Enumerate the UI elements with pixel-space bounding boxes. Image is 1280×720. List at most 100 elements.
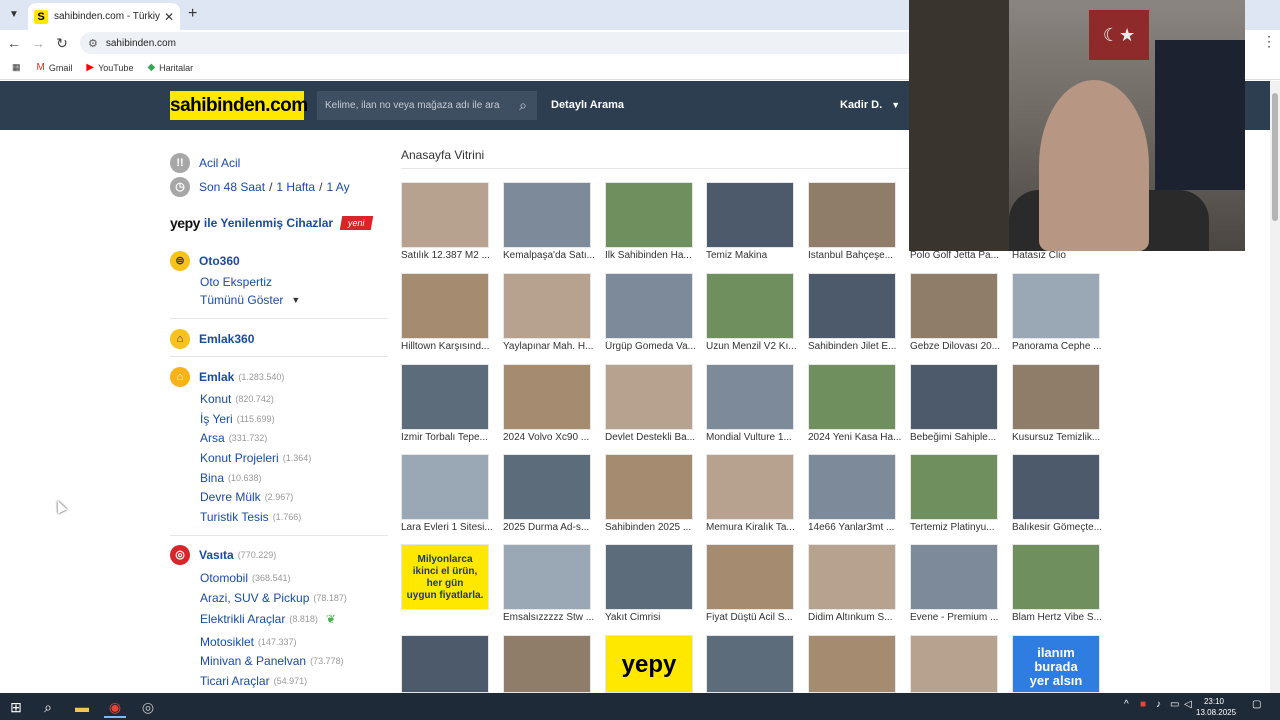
site-info-icon[interactable]: ⚙ [88, 37, 98, 50]
listing-thumbnail[interactable] [401, 364, 489, 430]
listing-thumbnail[interactable] [808, 544, 896, 610]
listing-title[interactable]: Balıkesir Gömeçte... [1012, 522, 1108, 533]
listing-title[interactable]: Yakıt Cimrisi [605, 612, 701, 623]
listing-thumbnail[interactable] [706, 364, 794, 430]
listing-thumbnail[interactable] [910, 273, 998, 339]
listing-title[interactable]: Emsalsızzzzz Stw ... [503, 612, 599, 623]
new-tab-plus-icon[interactable]: + [188, 5, 197, 23]
bookmark-youtube[interactable]: ▶ YouTube [86, 62, 133, 73]
sidebar-oto360[interactable]: ⊜ Oto360 [170, 251, 240, 271]
tray-app-icon[interactable]: ■ [1140, 699, 1146, 710]
listing-title[interactable]: Tertemiz Platinyu... [910, 522, 1006, 533]
address-bar[interactable]: ⚙ sahibinden.com [80, 32, 920, 54]
listing-card[interactable]: Sahibinden Jilet E... [808, 273, 904, 357]
sidebar-vasita[interactable]: ◎ Vasıta (770.229) [170, 545, 276, 565]
listing-card[interactable]: Emsalsızzzzz Stw ... [503, 544, 599, 628]
listing-thumbnail[interactable] [605, 273, 693, 339]
listing-card[interactable]: Milyonlarca ikinci el ürün, her gün uygun f… [401, 544, 497, 628]
listing-title[interactable]: Gebze Dilovası 20... [910, 341, 1006, 352]
windows-start-icon[interactable]: ⊞ [5, 696, 27, 718]
volume-icon[interactable]: ◁ [1184, 699, 1192, 710]
listing-title[interactable]: Didim Altınkum S... [808, 612, 904, 623]
listing-card[interactable]: 2025 Durma Ad-s... [503, 454, 599, 538]
listing-thumbnail[interactable] [605, 182, 693, 248]
listing-title[interactable]: Uzun Menzil V2 Kı... [706, 341, 802, 352]
sidebar-emlak360[interactable]: ⌂ Emlak360 [170, 329, 254, 349]
listing-card[interactable]: Yakıt Cimrisi [605, 544, 701, 628]
listing-title[interactable]: Sahibinden Jilet E... [808, 341, 904, 352]
listing-card[interactable]: İzmir Torbalı Tepe... [401, 364, 497, 448]
listing-thumbnail[interactable] [910, 454, 998, 520]
listing-title[interactable]: Evene - Premium ... [910, 612, 1006, 623]
listing-title[interactable]: Hilltown Karşısınd... [401, 341, 497, 352]
listing-thumbnail[interactable] [706, 182, 794, 248]
listing-card[interactable]: 2024 Volvo Xc90 ... [503, 364, 599, 448]
listing-thumbnail[interactable] [1012, 544, 1100, 610]
listing-card[interactable]: Yaylapınar Mah. H... [503, 273, 599, 357]
listing-thumbnail[interactable] [1012, 454, 1100, 520]
listing-card[interactable]: 14e66 Yanlar3mt ... [808, 454, 904, 538]
listing-card[interactable]: Satılık 12.387 M2 ... [401, 182, 497, 266]
microphone-icon[interactable]: ♪ [1156, 699, 1161, 710]
listing-thumbnail[interactable] [401, 182, 489, 248]
listing-card[interactable]: Lara Evleri 1 Sitesi... [401, 454, 497, 538]
listing-card[interactable]: Blam Hertz Vibe S... [1012, 544, 1108, 628]
sidebar-item-ticari[interactable]: Ticari Araçlar (54.971) [200, 674, 307, 688]
listing-thumbnail[interactable] [808, 273, 896, 339]
listing-card[interactable]: Bebeğimi Sahiple... [910, 364, 1006, 448]
taskbar-search-icon[interactable]: ⌕ [37, 696, 59, 718]
listing-thumbnail[interactable] [1012, 364, 1100, 430]
tab-list-chevron-icon[interactable]: ▼ [4, 5, 24, 25]
listing-thumbnail[interactable] [808, 635, 896, 693]
listing-title[interactable]: 2024 Yeni Kasa Ha... [808, 432, 904, 443]
sidebar-item-bina[interactable]: Bina (10.638) [200, 471, 262, 485]
sidebar-yepy[interactable]: yepy ile Yenilenmiş Cihazlar yeni [170, 215, 373, 231]
sidebar-item-arazi-suv[interactable]: Arazi, SUV & Pickup (78.187) [200, 591, 347, 605]
listing-card[interactable]: Didim Altınkum S... [808, 544, 904, 628]
yepy-banner[interactable]: yepy [605, 635, 693, 693]
listing-title[interactable]: Blam Hertz Vibe S... [1012, 612, 1108, 623]
back-arrow-icon[interactable]: ← [4, 33, 24, 53]
reload-icon[interactable]: ↻ [52, 33, 72, 53]
sidebar-item-otomobil[interactable]: Otomobil (368.541) [200, 571, 291, 585]
listing-thumbnail[interactable] [605, 364, 693, 430]
listing-card[interactable]: Evene - Premium ... [910, 544, 1006, 628]
listing-title[interactable]: Mondial Vulture 1... [706, 432, 802, 443]
listing-thumbnail[interactable] [503, 454, 591, 520]
listing-card[interactable]: 2024 Yeni Kasa Ha... [808, 364, 904, 448]
tray-chevron-icon[interactable]: ^ [1124, 699, 1129, 710]
listing-card[interactable]: Memura Kiralık Ta... [706, 454, 802, 538]
close-tab-icon[interactable]: ✕ [164, 10, 174, 24]
scrollbar-thumb[interactable] [1272, 93, 1278, 221]
listing-thumbnail[interactable] [503, 273, 591, 339]
sidebar-acil[interactable]: !! Acil Acil [170, 153, 240, 173]
listing-title[interactable]: Fiyat Düştü Acil S... [706, 612, 802, 623]
listing-thumbnail[interactable] [503, 544, 591, 610]
listing-title[interactable]: İstanbul Bahçeşe... [808, 250, 904, 261]
link-1-ay[interactable]: 1 Ay [326, 180, 349, 194]
site-logo[interactable]: sahibinden.com [170, 91, 308, 120]
listing-card[interactable]: İstanbul Bahçeşe... [808, 182, 904, 266]
sidebar-item-motosiklet[interactable]: Motosiklet (147.337) [200, 635, 297, 649]
listing-title[interactable]: Devlet Destekli Ba... [605, 432, 701, 443]
listing-title[interactable]: 2025 Durma Ad-s... [503, 522, 599, 533]
listing-title[interactable]: Temiz Makina [706, 250, 802, 261]
listing-card[interactable]: Kemalpaşa'da Satı... [503, 182, 599, 266]
listing-card[interactable]: Balıkesir Gömeçte... [1012, 454, 1108, 538]
listing-title[interactable]: Satılık 12.387 M2 ... [401, 250, 497, 261]
listing-title[interactable]: Sahibinden 2025 ... [605, 522, 701, 533]
listing-title[interactable]: Panorama Cephe ... [1012, 341, 1108, 352]
taskbar-clock[interactable]: 23:10 13.08.2025 [1196, 696, 1236, 718]
page-scrollbar[interactable] [1270, 81, 1280, 693]
listing-title[interactable]: Ürgüp Gomeda Va... [605, 341, 701, 352]
listing-title[interactable]: Memura Kiralık Ta... [706, 522, 802, 533]
apps-grid-icon[interactable]: ▦ [12, 62, 21, 73]
listing-title[interactable]: Polo Golf Jetta Pa... [910, 250, 1006, 261]
sidebar-emlak[interactable]: ⌂ Emlak (1.283.540) [170, 367, 284, 387]
sidebar-oto-ekspertiz[interactable]: Oto Ekspertiz [200, 275, 272, 289]
listing-thumbnail[interactable] [706, 454, 794, 520]
advanced-search-link[interactable]: Detaylı Arama [551, 99, 624, 111]
link-1-hafta[interactable]: 1 Hafta [276, 180, 315, 194]
network-icon[interactable]: ▭ [1170, 699, 1179, 710]
listing-title[interactable]: İlk Sahibinden Ha... [605, 250, 701, 261]
